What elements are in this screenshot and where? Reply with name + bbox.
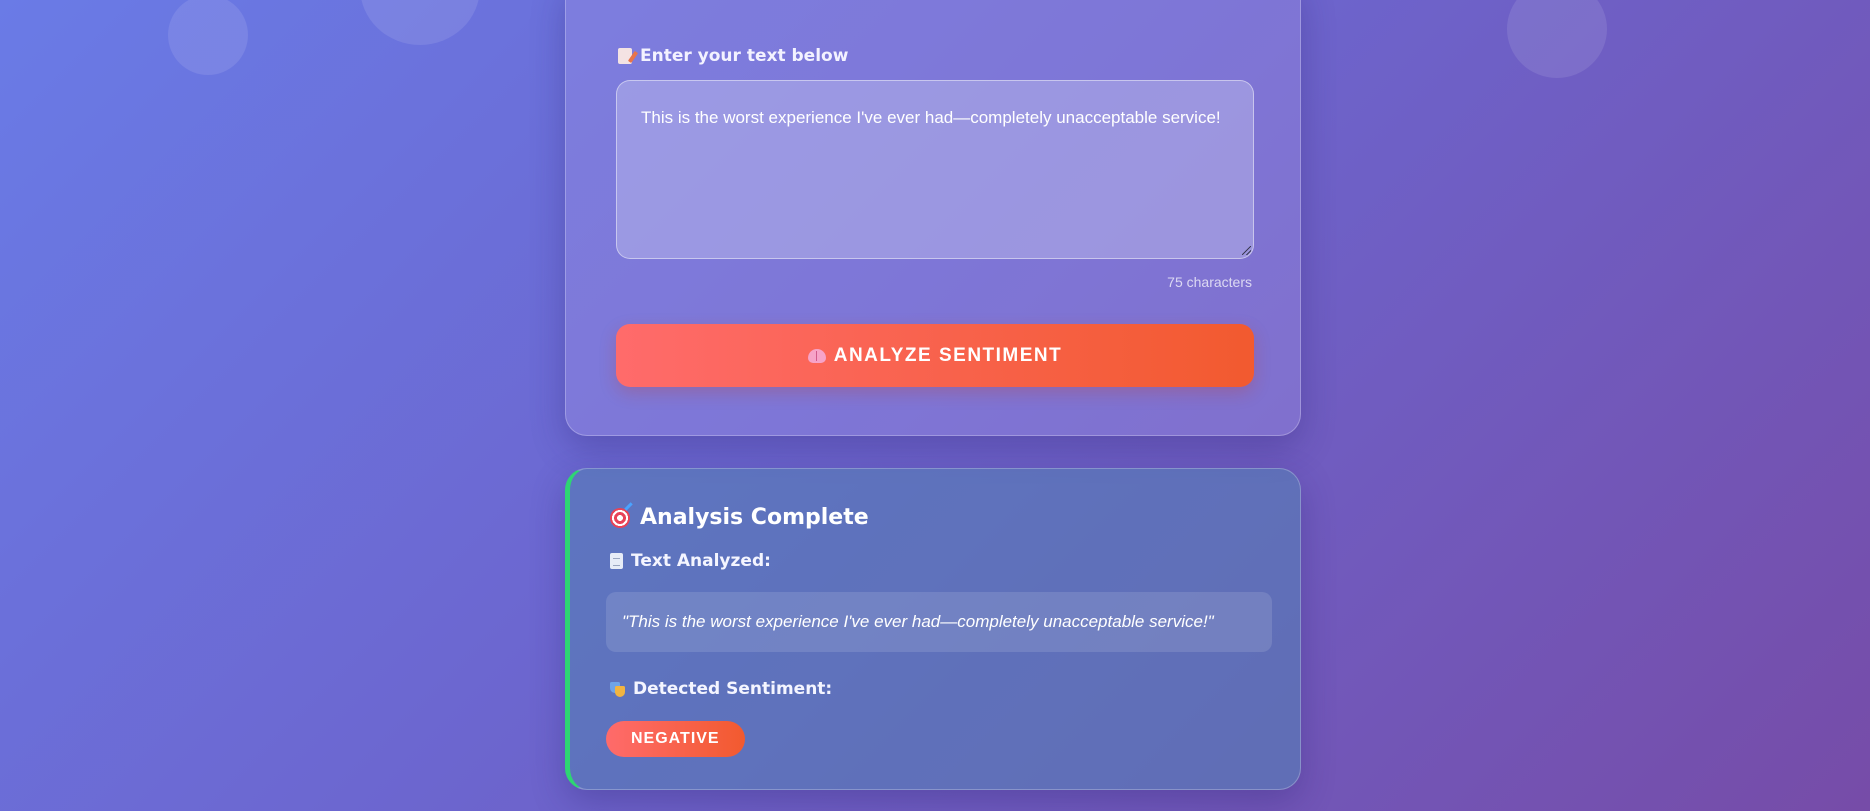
sentiment-badge: NEGATIVE [606,721,745,757]
resize-handle[interactable] [1242,246,1251,255]
memo-icon [618,48,632,64]
character-count: 75 characters [1167,274,1252,290]
result-title-text: Analysis Complete [640,505,869,530]
decorative-bubble [168,0,248,75]
document-icon [610,553,623,569]
analyzed-text-quote: "This is the worst experience I've ever … [606,592,1272,652]
brain-icon [807,348,826,363]
text-input-label-text: Enter your text below [640,46,849,66]
text-analyzed-label: Text Analyzed: [610,551,771,571]
theater-masks-icon [610,681,625,697]
detected-sentiment-label: Detected Sentiment: [610,679,832,699]
result-title: Analysis Complete [610,505,869,530]
text-input[interactable]: This is the worst experience I've ever h… [616,80,1254,259]
analyze-button-label: ANALYZE SENTIMENT [833,344,1063,366]
input-card: Enter your text below This is the worst … [565,0,1301,436]
decorative-bubble [1507,0,1607,78]
text-input-label: Enter your text below [618,46,848,66]
result-card: Analysis Complete Text Analyzed: "This i… [565,468,1301,790]
detected-sentiment-label-text: Detected Sentiment: [633,679,833,699]
text-analyzed-label-text: Text Analyzed: [631,551,771,571]
analyze-sentiment-button[interactable]: ANALYZE SENTIMENT [616,324,1254,387]
target-icon [610,507,630,528]
decorative-bubble [360,0,480,45]
